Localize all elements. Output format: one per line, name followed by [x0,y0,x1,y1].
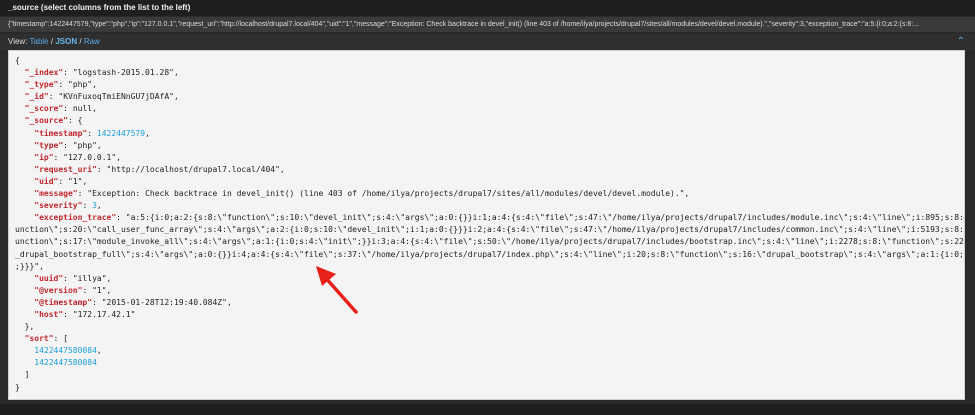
json-value-continuation: unction\";s:17:\"module_invoke_all\";s:4… [15,237,965,247]
json-value: null [72,104,93,114]
json-value: "KVnFuxoqTmiENnGU7jDAfA" [58,92,174,102]
view-switcher: View: Table / JSON / Raw ⌃ [0,34,975,50]
json-value: "127.0.0.1" [63,152,117,162]
red-arrow-annotation [316,266,358,314]
json-key: "_score" [24,104,64,114]
json-key: "_index" [24,68,64,78]
json-key: "_source" [24,116,68,126]
json-value: "1" [68,176,83,186]
json-value-continuation: ;}}}", [15,261,44,271]
view-raw-link[interactable]: Raw [84,37,100,46]
json-key: "ip" [34,152,54,162]
json-key: "@version" [34,285,83,295]
json-key: "severity" [34,201,83,211]
json-key: "_id" [24,92,49,102]
json-value: "Exception: Check backtrace in devel_ini… [87,189,685,199]
json-value: "php" [72,140,97,150]
json-value: "172.17.42.1" [72,309,136,319]
view-separator: / [79,37,82,46]
json-value: 1422447580084 [34,358,97,368]
chevron-up-icon[interactable]: ⌃ [957,34,965,50]
json-key: "sort" [24,334,54,344]
json-value-continuation: _drupal_bootstrap_full\";s:4:\"args\";a:… [15,249,965,259]
json-key: "@timestamp" [34,297,93,307]
json-key: "host" [34,309,64,319]
view-label: View: [8,37,28,46]
json-close-brace: } [15,382,20,392]
json-value-continuation: unction\";s:20:\"call_user_func_array\";… [15,225,965,235]
json-value: "logstash-2015.01.28" [72,68,174,78]
source-summary-text[interactable]: {"timestamp":1422447579,"type":"php","ip… [0,17,975,32]
json-value: 1422447579 [96,128,146,138]
json-key: "message" [34,189,78,199]
json-key: "request_uri" [34,164,97,174]
json-key: "type" [34,140,64,150]
json-value: "php" [68,80,93,90]
json-value: "2015-01-28T12:19:40.084Z" [101,297,227,307]
view-separator: / [50,37,54,46]
view-table-link[interactable]: Table [30,37,49,46]
source-column-header: _source (select columns from the list to… [0,0,975,16]
json-key: "uid" [34,176,59,186]
json-key: "exception_trace" [34,213,117,223]
bottom-bar [0,404,975,415]
json-key: "uuid" [34,273,64,283]
json-key: "_type" [24,80,59,90]
view-json-link[interactable]: JSON [55,37,77,46]
json-open-brace: { [15,56,20,65]
json-key: "timestamp" [34,128,88,138]
json-value: "a:5:{i:0;a:2:{s:8:\"function\";s:10:\"d… [125,213,965,223]
json-document-view: { "_index": "logstash-2015.01.28", "_typ… [8,50,965,400]
json-value: 1422447580084 [34,346,97,356]
json-value: "1" [92,285,107,295]
json-value: "http://localhost/drupal7.local/404" [106,164,280,174]
json-value: "illya" [72,273,107,283]
